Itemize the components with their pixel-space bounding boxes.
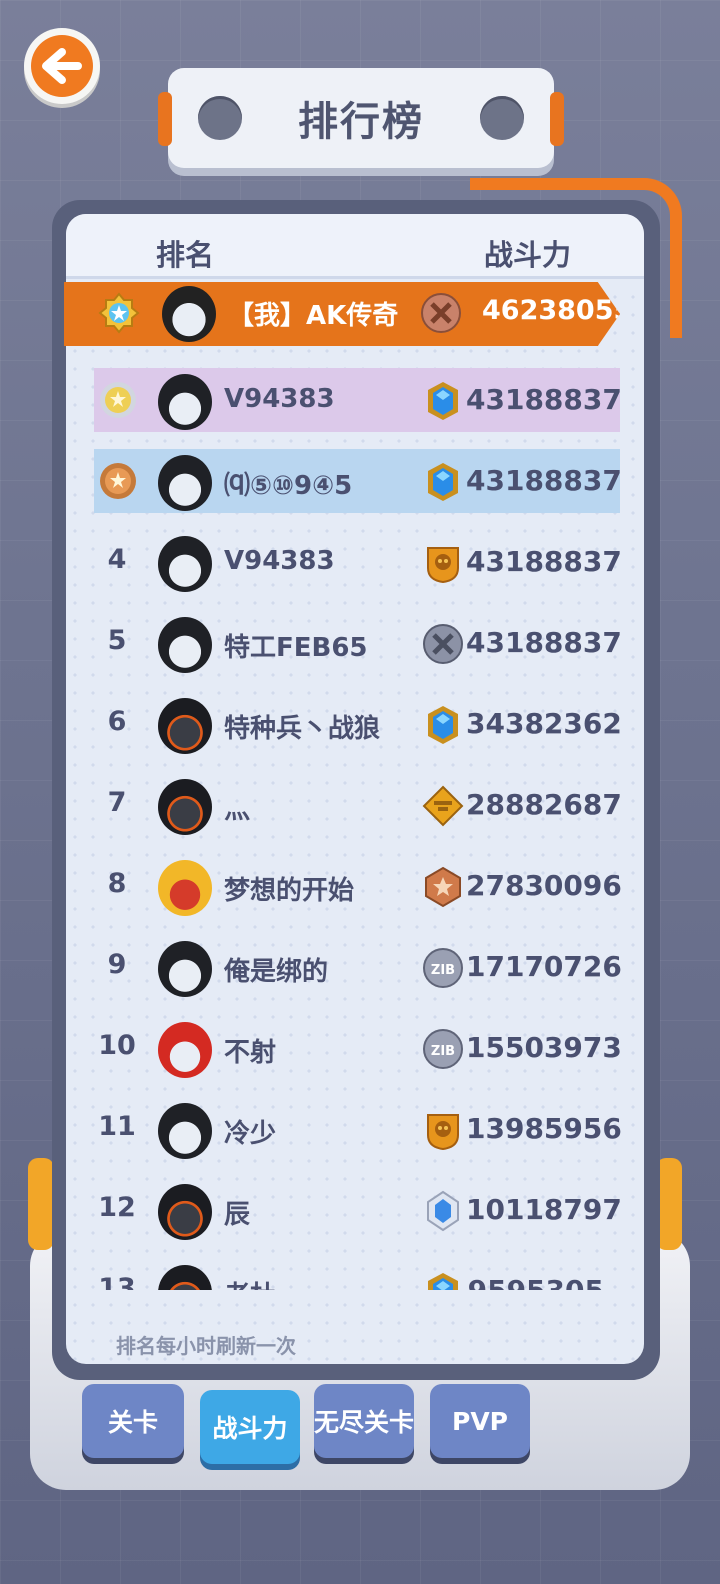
blue-gem-badge-icon (422, 704, 464, 746)
rank-number: 7 (107, 787, 127, 818)
power-value: 34382362 (466, 707, 622, 740)
avatar (158, 617, 212, 673)
tab-3[interactable]: PVP (430, 1384, 530, 1458)
player-name: V94383 (224, 384, 335, 414)
tab-1[interactable]: 战斗力 (200, 1390, 300, 1464)
blue-crystal-badge-icon (422, 1190, 464, 1232)
player-name: 老杜 (224, 1275, 276, 1290)
bronze-star-badge-icon (422, 866, 464, 908)
table-row[interactable]: 10 不射 ZIB 15503973 (66, 1016, 644, 1080)
blue-gem-badge-icon (422, 461, 464, 503)
power-value: 13985956 (466, 1112, 622, 1145)
category-tabs: 关卡 战斗力 无尽关卡 PVP (82, 1384, 542, 1464)
rank-header: 排名 (156, 238, 215, 272)
blue-gem-badge-icon (422, 380, 464, 422)
power-value: 9595305 (466, 1274, 604, 1290)
table-row[interactable]: 12 辰 10118797 (66, 1178, 644, 1242)
my-rank-row[interactable]: 【我】AK传奇 46238055 (64, 282, 620, 346)
ranking-list[interactable]: V94383 43188837 ⒬⑤⑩9④5 43188837 4 V94383 43188… (66, 360, 644, 1290)
tab-0[interactable]: 关卡 (82, 1384, 184, 1458)
power-value: 10118797 (466, 1193, 622, 1226)
player-name: 灬 (224, 795, 251, 825)
svg-text:ZIB: ZIB (431, 1044, 455, 1059)
rank-number: 5 (107, 625, 127, 656)
grey-cross-badge-icon (422, 623, 464, 665)
page-title: 排行榜 (298, 99, 424, 145)
power-value: 43188837 (466, 626, 622, 659)
player-name: 冷少 (224, 1119, 277, 1149)
avatar (158, 779, 212, 835)
tab-2[interactable]: 无尽关卡 (314, 1384, 414, 1458)
zib-coin-badge-icon: ZIB (422, 1028, 464, 1070)
player-name: 梦想的开始 (224, 876, 355, 906)
table-row[interactable]: 13 老杜 9595305 (66, 1259, 644, 1290)
power-value: 43188837 (466, 464, 622, 497)
table-row[interactable]: 9 俺是绑的 ZIB 17170726 (66, 935, 644, 999)
avatar (158, 1265, 212, 1290)
rank-number: 12 (98, 1192, 136, 1223)
power-value: 27830096 (466, 869, 622, 902)
table-row[interactable]: V94383 43188837 (94, 368, 622, 432)
player-name: V94383 (224, 546, 335, 576)
gold-skull-badge-icon (422, 542, 464, 584)
svg-text:ZIB: ZIB (431, 963, 455, 978)
back-arrow-icon (31, 35, 93, 97)
player-name: 辰 (224, 1200, 251, 1230)
avatar (162, 286, 216, 342)
title-plate: 排行榜 (158, 68, 564, 168)
avatar (158, 536, 212, 592)
player-name: 特种兵丶战狼 (224, 714, 381, 744)
avatar (158, 374, 212, 430)
table-row[interactable]: 7 灬 28882687 (66, 773, 644, 837)
table-row[interactable]: 5 特工FEB65 43188837 (66, 611, 644, 675)
power-value: 43188837 (466, 383, 622, 416)
avatar (158, 1103, 212, 1159)
blue-gem-badge-icon (422, 1271, 464, 1290)
bolt-icon (198, 96, 242, 140)
refresh-note: 排名每小时刷新一次 (116, 1334, 296, 1358)
player-name: 特工FEB65 (224, 633, 368, 663)
silver-medal-icon (98, 380, 138, 420)
zib-coin-badge-icon: ZIB (422, 947, 464, 989)
rank-number: 10 (98, 1030, 136, 1061)
power-value: 15503973 (466, 1031, 622, 1064)
player-name: 不射 (224, 1038, 277, 1068)
power-value: 43188837 (466, 545, 622, 578)
avatar (158, 1184, 212, 1240)
my-power: 46238055 (482, 295, 633, 326)
avatar (158, 455, 212, 511)
table-row[interactable]: 11 冷少 13985956 (66, 1097, 644, 1161)
table-row[interactable]: 6 特种兵丶战狼 34382362 (66, 692, 644, 756)
player-name: 俺是绑的 (224, 957, 329, 987)
gold-skull-badge-icon (422, 1109, 464, 1151)
bolt-icon (480, 96, 524, 140)
power-value: 17170726 (466, 950, 622, 983)
rank-number: 6 (107, 706, 127, 737)
player-name: ⒬⑤⑩9④5 (224, 471, 353, 501)
rank-number: 8 (107, 868, 127, 899)
avatar (158, 698, 212, 754)
table-row[interactable]: 4 V94383 43188837 (66, 530, 644, 594)
rank-number: 11 (98, 1111, 136, 1142)
my-name: 【我】AK传奇 (228, 301, 399, 331)
rank-number: 9 (107, 949, 127, 980)
avatar (158, 941, 212, 997)
star-medal-icon (98, 292, 140, 334)
bronze-medal-icon (98, 461, 138, 501)
table-row[interactable]: 8 梦想的开始 27830096 (66, 854, 644, 918)
power-header: 战斗力 (484, 238, 572, 272)
column-headers: 排名 战斗力 (66, 214, 644, 279)
avatar (158, 1022, 212, 1078)
table-row[interactable]: ⒬⑤⑩9④5 43188837 (94, 449, 622, 513)
power-value: 28882687 (466, 788, 622, 821)
rank-number: 13 (98, 1273, 136, 1290)
bronze-cross-badge-icon (421, 293, 461, 333)
avatar (158, 860, 212, 916)
gold-chevron-badge-icon (422, 785, 464, 827)
back-button[interactable] (24, 28, 100, 104)
rank-number: 4 (107, 544, 127, 575)
